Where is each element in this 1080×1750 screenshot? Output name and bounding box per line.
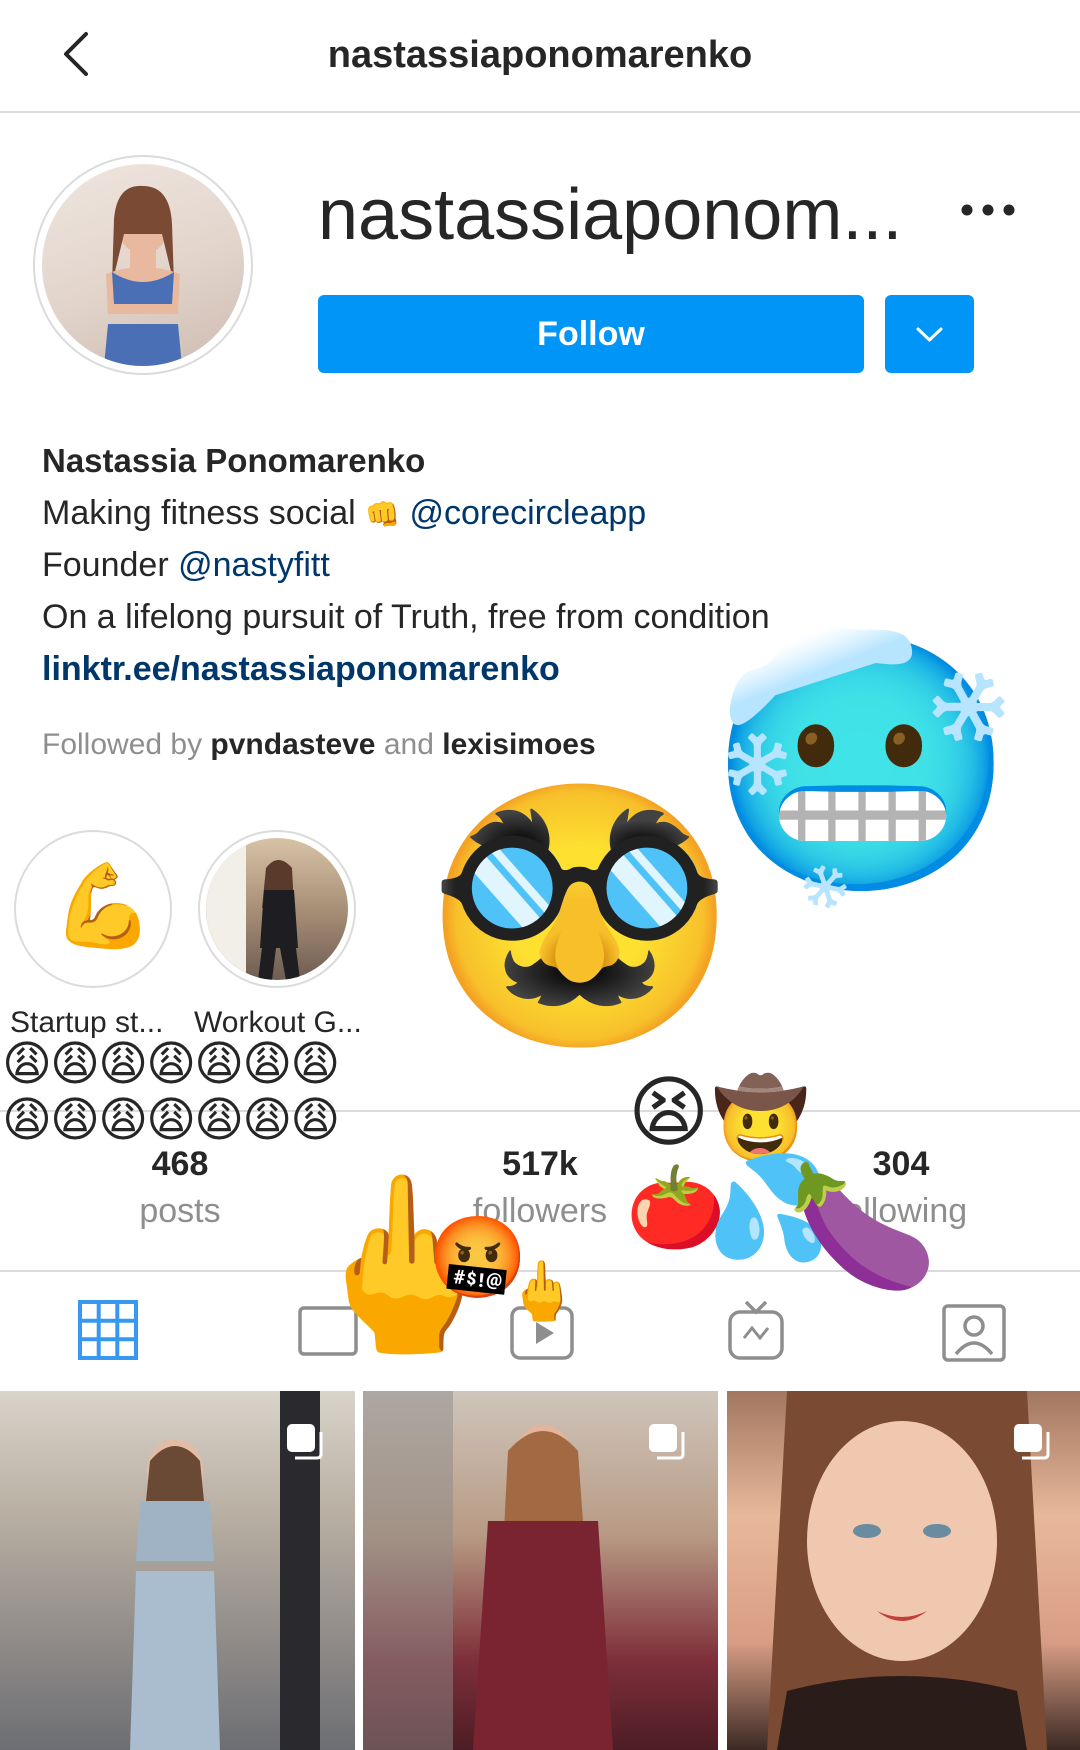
- followed-by[interactable]: Followed by pvndasteve and lexisimoes: [42, 728, 596, 762]
- disguised-face-sticker: 🥸: [424, 769, 736, 1060]
- highlight-label: Startup st...: [10, 1006, 164, 1039]
- bio-line: Founder @nastyfitt: [42, 541, 330, 589]
- multiple-photos-icon: [645, 1420, 689, 1464]
- more-dots-icon: [961, 204, 1015, 216]
- multiple-photos-icon: [283, 1420, 327, 1464]
- bio-line: On a lifelong pursuit of Truth, free fro…: [42, 598, 770, 636]
- posts-count[interactable]: 468: [30, 1145, 330, 1184]
- avatar[interactable]: [42, 164, 244, 366]
- weary-face-row: 😩😩😩😩😩😩😩: [2, 1092, 340, 1148]
- followed-by-prefix: Followed by: [42, 728, 203, 761]
- bio-text: Founder: [42, 546, 169, 584]
- igtv-icon: [728, 1300, 784, 1360]
- weary-face-row: 😩😩😩😩😩😩😩: [2, 1036, 340, 1092]
- full-name: Nastassia Ponomarenko: [42, 442, 426, 479]
- tab-igtv[interactable]: [716, 1290, 796, 1370]
- bio-text: Making fitness social: [42, 494, 356, 532]
- cowboy-face-sticker: 🤠: [712, 1074, 810, 1164]
- cold-face-sticker: 🥶: [706, 619, 1018, 910]
- follower-username[interactable]: lexisimoes: [442, 728, 595, 761]
- flexed-biceps-icon: 💪: [52, 859, 155, 954]
- chevron-left-icon: [64, 32, 88, 76]
- bio-line: Making fitness social 👊 @corecircleapp: [42, 489, 646, 537]
- eggplant-sticker: 🍆: [788, 1158, 938, 1297]
- header-username: nastassiaponomarenko: [327, 34, 753, 76]
- followed-by-and: and: [383, 728, 434, 761]
- mention-link[interactable]: @nastyfitt: [178, 546, 330, 584]
- follower-username[interactable]: pvndasteve: [210, 728, 375, 761]
- avatar-photo: [104, 185, 182, 366]
- fist-emoji: 👊: [365, 498, 401, 531]
- tired-face-sticker: 😫: [628, 1068, 710, 1158]
- multiple-photos-icon: [1010, 1420, 1054, 1464]
- mention-link[interactable]: @corecircleapp: [409, 494, 646, 532]
- chevron-down-icon: [916, 327, 943, 342]
- follow-button[interactable]: Follow: [318, 295, 864, 373]
- tab-posts-grid[interactable]: [68, 1290, 148, 1370]
- grid-icon: [78, 1300, 138, 1360]
- more-options-button[interactable]: [955, 190, 1021, 230]
- profile-username: nastassiaponom...: [318, 175, 903, 255]
- suggested-accounts-button[interactable]: [885, 295, 974, 373]
- tagged-user-icon: [942, 1304, 1006, 1362]
- tab-tagged[interactable]: [934, 1290, 1014, 1370]
- posts-label: posts: [139, 1192, 221, 1230]
- highlight-cover-photo: [206, 838, 348, 980]
- middle-finger-sticker: 🖕: [506, 1257, 579, 1325]
- back-button[interactable]: [52, 26, 108, 82]
- bio-website-link[interactable]: linktr.ee/nastassiaponomarenko: [42, 645, 560, 693]
- highlight-label: Workout G...: [194, 1006, 362, 1039]
